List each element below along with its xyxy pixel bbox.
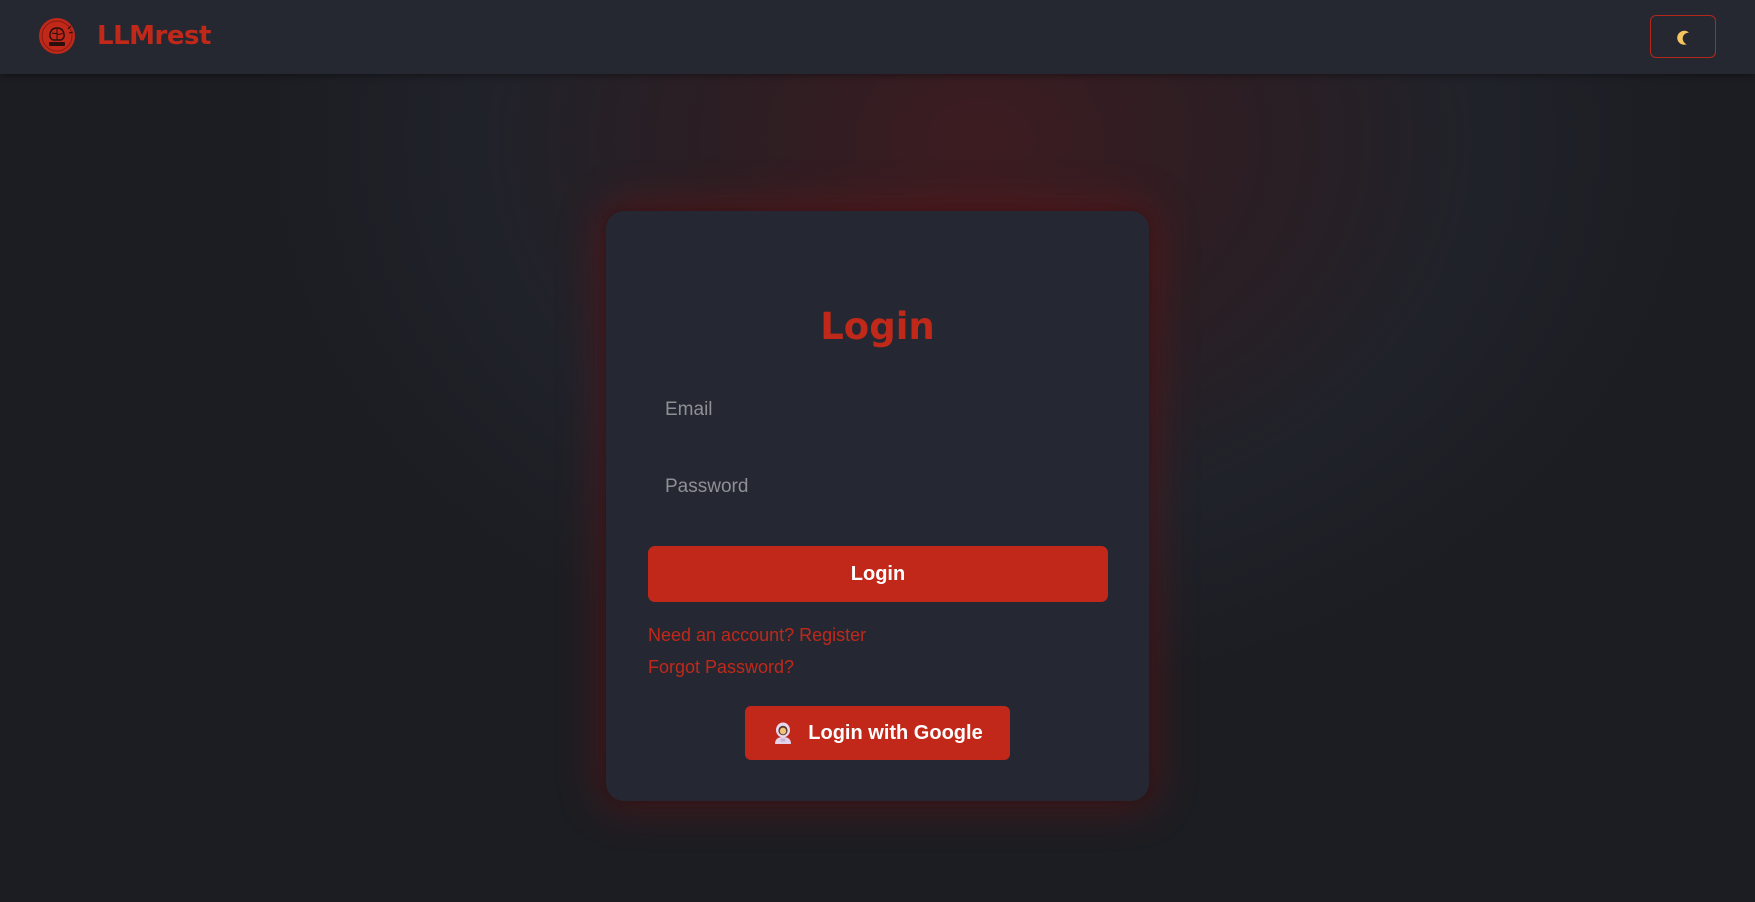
google-login-button[interactable]: Login with Google	[745, 706, 1010, 760]
moon-icon	[1677, 30, 1689, 45]
email-field[interactable]	[648, 385, 1108, 435]
login-button[interactable]: Login	[648, 546, 1108, 602]
forgot-password-link[interactable]: Forgot Password?	[648, 657, 794, 678]
google-login-label: Login with Google	[808, 721, 983, 744]
astronaut-icon	[775, 722, 792, 744]
theme-toggle-button[interactable]	[1650, 15, 1716, 58]
login-card: Login Login Need an account? Register Fo…	[606, 211, 1149, 801]
register-link[interactable]: Need an account? Register	[648, 625, 866, 646]
password-field[interactable]	[648, 462, 1108, 512]
brand-name[interactable]: LLMrest	[97, 21, 211, 51]
login-title: Login	[820, 305, 935, 348]
brain-logo-icon[interactable]	[38, 17, 76, 55]
top-navbar: LLMrest	[0, 0, 1755, 74]
